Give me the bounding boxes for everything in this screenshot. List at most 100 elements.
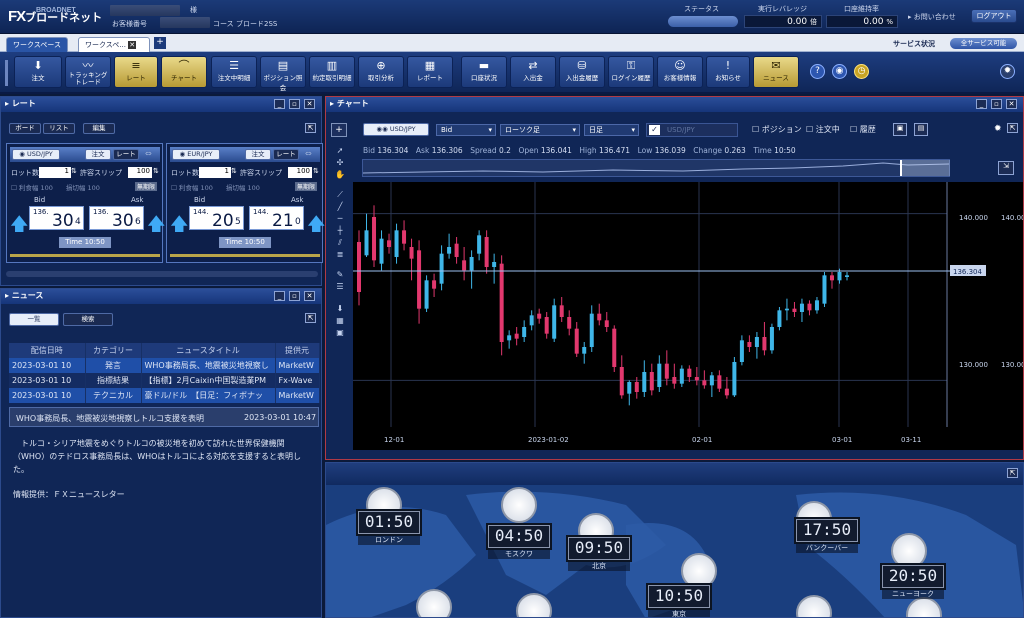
toolbar-positions-button[interactable]: ▤ ポジション照会 [260,56,306,92]
toolbar-customer-info-button[interactable]: ☺ お客様情報 [657,56,703,88]
pair-selector[interactable]: ◉ USD/JPY [12,149,60,160]
help-icon[interactable]: ? [810,64,825,79]
order-button[interactable]: 注文 [85,149,111,160]
column-header[interactable]: 提供元 [275,343,320,358]
toolbar-deposit-button[interactable]: ⇄ 入出金 [510,56,556,88]
rate-tab-list[interactable]: リスト [43,123,75,134]
pencil-icon[interactable]: ✎ [334,269,346,281]
candle-type-select[interactable]: ローソク足 ▾ [500,124,580,136]
slip-input[interactable]: 100 [288,167,312,178]
toolbar-news-button[interactable]: ✉ ニュース [753,56,799,88]
ray-tool-icon[interactable]: ╱ [334,201,346,213]
download-icon[interactable]: ⬇ [334,303,346,315]
line-tool-icon[interactable]: ⟋ [334,189,346,201]
table-row[interactable]: 2023-03-01 10 テクニカル 豪ドル/ドル 【日足：フィボナッ Market… [9,388,320,403]
settings-circle-icon[interactable]: ◉ [832,64,847,79]
tab-workspace-2[interactable]: ワークスペ... ✕ [78,37,150,52]
camera-icon[interactable]: ▣ [334,327,346,339]
lot-input[interactable]: 1 [199,167,231,178]
toggle-icon[interactable]: ⇔ [305,149,312,158]
contact-link[interactable]: ▸ お問い合わせ [908,12,956,22]
pair-selector[interactable]: ◉ EUR/JPY [172,149,220,160]
bid-price-button[interactable]: 144. 20 5 [189,206,244,231]
text-list-icon[interactable]: ☰ [334,281,346,293]
close-icon[interactable]: ✕ [1006,99,1017,109]
chart-layout-icon[interactable]: ▤ [914,123,928,136]
zoom-fit-icon[interactable]: ⇲ [998,161,1014,175]
toolbar-login-history-button[interactable]: ⚿ ログイン履歴 [608,56,654,88]
close-icon[interactable]: ✕ [304,291,315,301]
fibonacci-icon[interactable]: ≣ [334,249,346,261]
maximize-icon[interactable]: ▫ [289,99,300,109]
popout-icon[interactable]: ⇱ [305,123,316,133]
vertical-line-icon[interactable]: ┼ [334,225,346,237]
maximize-icon[interactable]: ▫ [289,291,300,301]
checkbox[interactable]: ☐ [11,184,17,192]
popout-icon[interactable]: ⇱ [305,313,316,323]
add-tab-button[interactable]: + [154,37,166,49]
maximize-icon[interactable]: ▫ [991,99,1002,109]
buy-arrow-icon[interactable]: 🡅 [307,212,326,242]
channel-icon[interactable]: ⫽ [334,237,346,249]
popout-icon[interactable]: ⇱ [1007,123,1018,133]
column-header[interactable]: ニュースタイトル [141,343,276,358]
toolbar-chart-button[interactable]: ⌒ チャート [161,56,207,88]
column-header[interactable]: カテゴリー [85,343,142,358]
news-tab-search[interactable]: 検索 [63,313,113,326]
toolbar-tracking-button[interactable]: 〰トラッキングトレード [65,56,111,88]
checkbox[interactable]: ☐ [171,184,177,192]
toolbar-analysis-button[interactable]: ⊕ 取引分析 [358,56,404,88]
column-header[interactable]: 配信日時 [9,343,86,358]
horizontal-line-icon[interactable]: ─ [334,213,346,225]
slip-stepper-icon[interactable]: ⇅ [153,167,159,175]
buy-arrow-icon[interactable]: 🡅 [147,212,166,242]
compare-checkbox[interactable]: ✓ [649,125,660,135]
news-tab-list[interactable]: 一覧 [9,313,59,326]
crosshair-icon[interactable]: ✣ [334,157,346,169]
lot-stepper-icon[interactable]: ⇅ [231,167,237,175]
rate-tab-board[interactable]: ボード [9,123,41,134]
candlestick-chart[interactable]: 136.304 140.000 130.000 140.000 130.000 … [353,182,1023,450]
toolbar-account-button[interactable]: ▬ 口座状況 [461,56,507,88]
position-toggle[interactable]: ☐ ポジション [752,124,802,135]
table-icon[interactable]: ▦ [334,315,346,327]
price-type-select[interactable]: Bid ▾ [436,124,496,136]
tab-workspace-1[interactable]: ワークスペース [6,37,68,52]
toolbar-rate-button[interactable]: ≡ レート [114,56,158,88]
bid-price-button[interactable]: 136. 30 4 [29,206,84,231]
table-row[interactable]: 2023-03-01 10 発言 WHO事務局長、地震被災地視察し MarketW [9,358,320,373]
close-icon[interactable]: ✕ [304,99,315,109]
toolbar-trade-history-button[interactable]: ▥ 約定取引明細 [309,56,355,88]
sell-arrow-icon[interactable]: 🡅 [10,212,29,242]
toolbar-open-orders-button[interactable]: ☰ 注文中明細 [211,56,257,88]
close-tab-icon[interactable]: ✕ [128,41,137,49]
lot-stepper-icon[interactable]: ⇅ [71,167,77,175]
ask-price-button[interactable]: 144. 21 0 [249,206,304,231]
popout-icon[interactable]: ⇱ [1007,468,1018,478]
period-select[interactable]: 日足 ▾ [584,124,639,136]
horizontal-scrollbar[interactable] [6,271,318,277]
ordering-toggle[interactable]: ☐ 注文中 [806,124,840,135]
rate-button[interactable]: レート [273,149,299,160]
cursor-icon[interactable]: ➚ [334,145,346,157]
minimize-icon[interactable]: _ [274,291,285,301]
minimize-icon[interactable]: _ [274,99,285,109]
slip-stepper-icon[interactable]: ⇅ [313,167,319,175]
chart-pair-selector[interactable]: ◉◉ USD/JPY [363,123,429,136]
toolbar-deposit-history-button[interactable]: ⛁ 入出金履歴 [559,56,605,88]
navigator-window[interactable] [900,160,950,176]
clock-icon[interactable]: ◷ [854,64,869,79]
table-row[interactable]: 2023-03-01 10 指標結果 【指標】2月Caixin中国製造業PM Fx-W… [9,373,320,388]
chart-navigator[interactable] [362,159,950,177]
add-indicator-button[interactable]: + [331,123,347,137]
toolbar-report-button[interactable]: ▦ レポート [407,56,453,88]
gear-icon[interactable]: ✹ [994,124,1002,134]
minimize-icon[interactable]: _ [976,99,987,109]
rate-button[interactable]: レート [113,149,139,160]
ask-price-button[interactable]: 136. 30 6 [89,206,144,231]
chart-settings-icon[interactable]: ▣ [893,123,907,136]
toggle-icon[interactable]: ⇔ [145,149,152,158]
rate-tab-edit[interactable]: 編集 [83,123,115,134]
compare-pair[interactable]: USD/JPY [667,126,695,134]
toolbar-order-button[interactable]: ⬇ 注文 [14,56,62,88]
